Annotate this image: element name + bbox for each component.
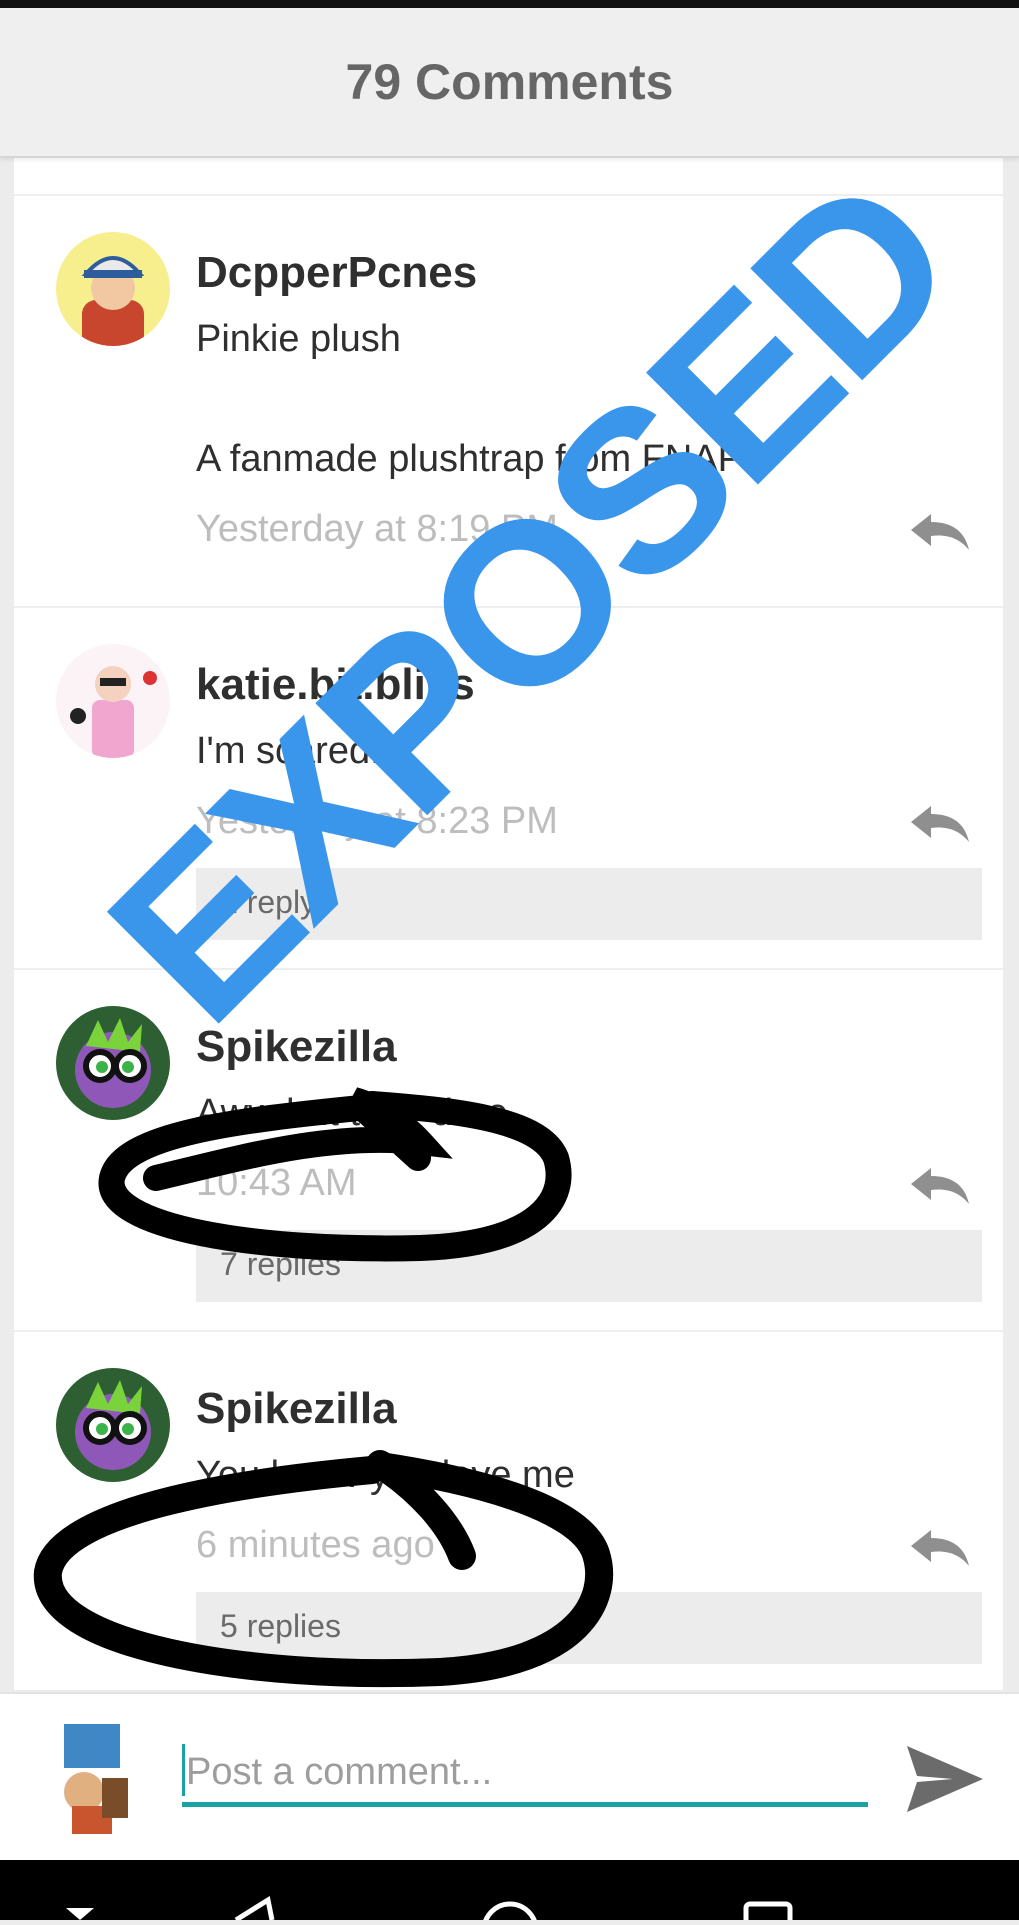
user-avatar <box>42 1718 142 1836</box>
comment-username[interactable]: katie.bit.bliss <box>196 660 475 710</box>
comment-text: Aww but they dare... <box>196 1092 540 1134</box>
comment-text: Pinkie plush <box>196 318 401 360</box>
comment-text: A fanmade plushtrap from FNAP? <box>196 438 765 480</box>
replies-count: 7 replies <box>220 1246 341 1282</box>
avatar[interactable] <box>56 232 170 346</box>
view-replies-button[interactable]: 5 replies <box>196 1592 982 1664</box>
comment-username[interactable]: DcpperPcnes <box>196 248 477 298</box>
reply-arrow-icon[interactable] <box>909 1528 971 1568</box>
comment-timestamp: Yesterday at 8:23 PM <box>196 800 558 842</box>
comment-text: You know you love me <box>196 1454 575 1496</box>
comment-timestamp: 6 minutes ago <box>196 1524 435 1566</box>
view-replies-button[interactable]: 7 replies <box>196 1230 982 1302</box>
reply-arrow-icon[interactable] <box>909 804 971 844</box>
comment-composer <box>0 1692 1019 1862</box>
comment-username[interactable]: Spikezilla <box>196 1384 397 1434</box>
system-nav-bar <box>0 1860 1019 1925</box>
home-icon <box>481 1901 539 1925</box>
back-icon <box>234 1895 275 1923</box>
page-title: 79 Comments <box>345 54 674 110</box>
avatar[interactable] <box>56 1368 170 1482</box>
comment-item: Spikezilla Aww but they dare... 10:43 AM… <box>14 968 1003 1332</box>
replies-count: 1 reply <box>220 884 317 920</box>
reply-arrow-icon[interactable] <box>909 1166 971 1206</box>
recents-icon <box>743 1901 793 1925</box>
system-nav-buttons <box>66 1895 793 1925</box>
collapse-icon <box>66 1908 94 1920</box>
send-icon[interactable] <box>905 1744 985 1814</box>
comments-header: 79 Comments <box>0 8 1019 158</box>
comment-item: DcpperPcnes Pinkie plush A fanmade plush… <box>14 194 1003 608</box>
view-replies-button[interactable]: 1 reply <box>196 868 982 940</box>
comment-timestamp: Yesterday at 8:19 PM <box>196 508 558 550</box>
reply-arrow-icon[interactable] <box>909 512 971 552</box>
comment-list[interactable]: DcpperPcnes Pinkie plush A fanmade plush… <box>14 158 1003 1690</box>
comment-text: I'm scared... <box>196 730 402 772</box>
avatar[interactable] <box>56 644 170 758</box>
avatar[interactable] <box>56 1006 170 1120</box>
comment-input[interactable] <box>182 1742 868 1807</box>
comment-timestamp: 10:43 AM <box>196 1162 357 1204</box>
comment-item: Spikezilla You know you love me 6 minute… <box>14 1330 1003 1690</box>
replies-count: 5 replies <box>220 1608 341 1644</box>
status-bar <box>0 0 1019 8</box>
comment-username[interactable]: Spikezilla <box>196 1022 397 1072</box>
comment-item: katie.bit.bliss I'm scared... Yesterday … <box>14 606 1003 970</box>
